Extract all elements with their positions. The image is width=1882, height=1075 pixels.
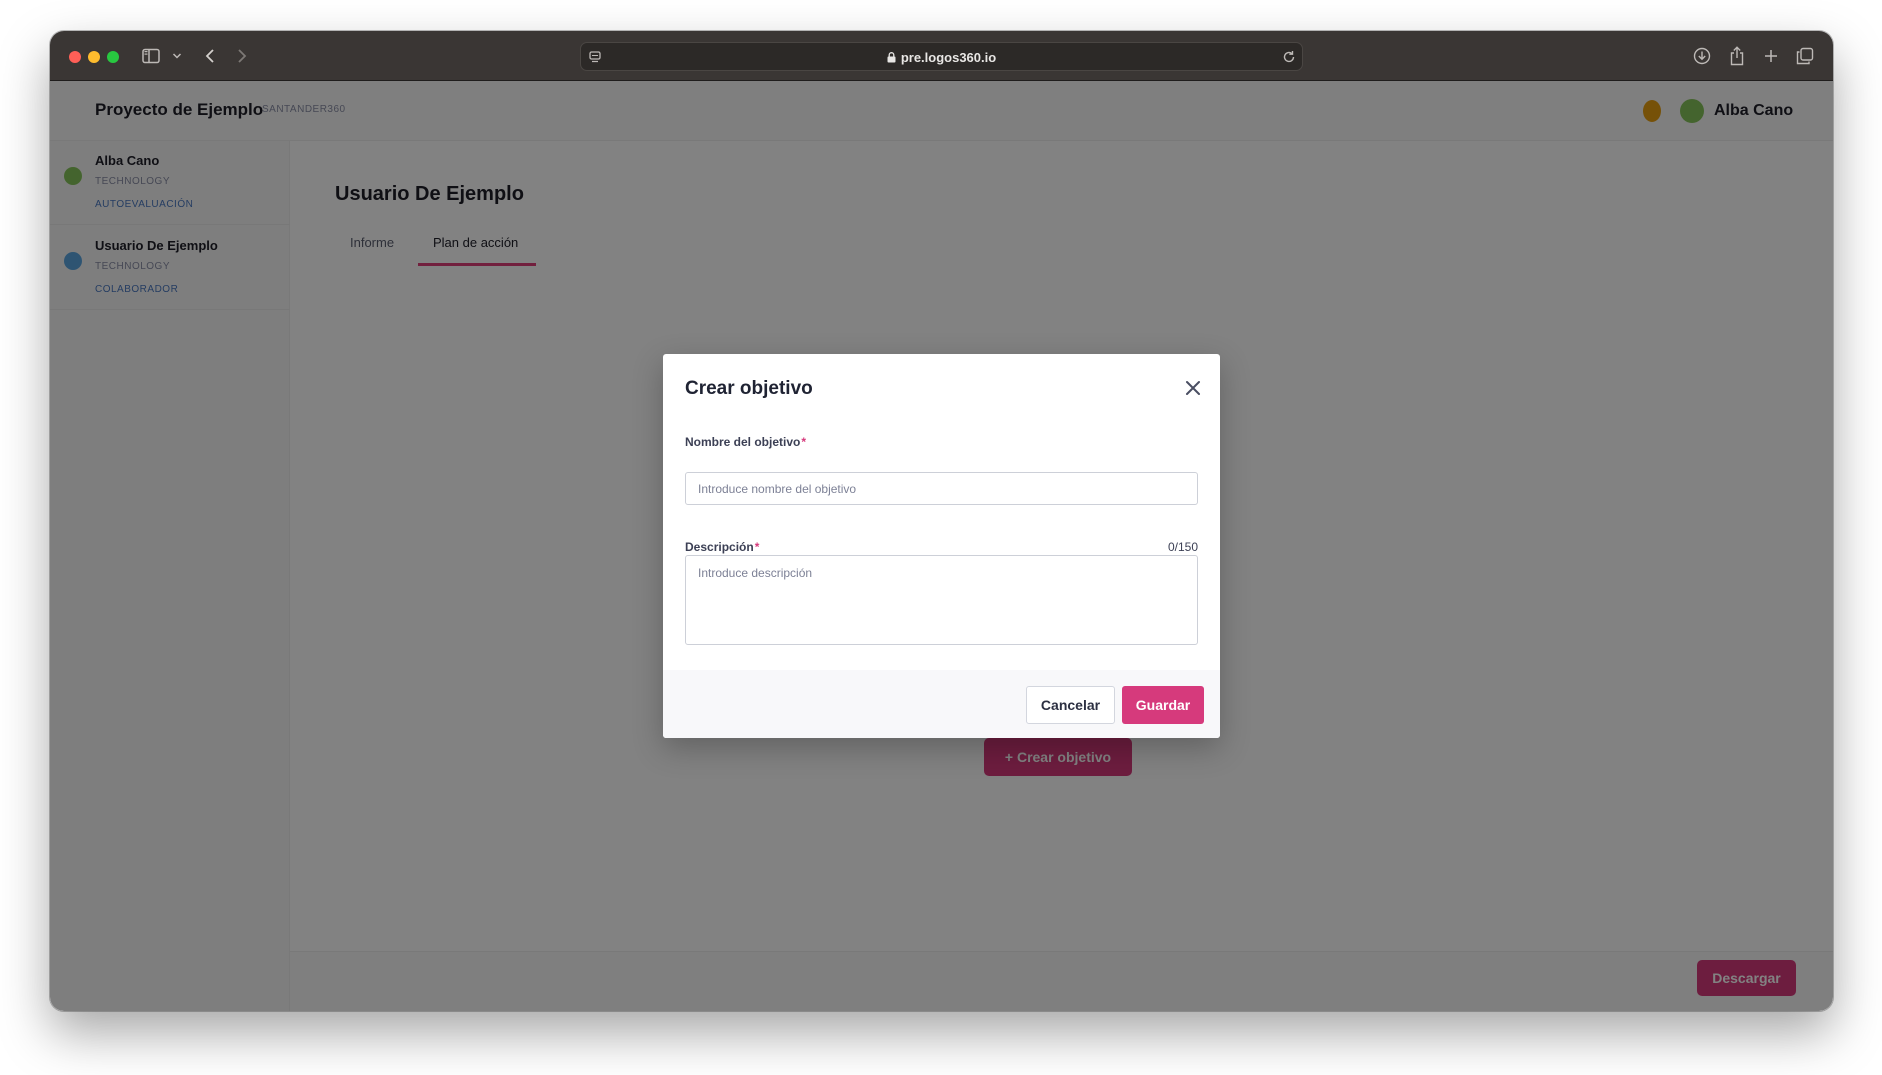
sidebar-toggle-icon[interactable]	[140, 44, 162, 68]
required-mark: *	[754, 540, 760, 554]
lock-icon	[887, 51, 896, 66]
dialog-footer: Cancelar Guardar	[663, 670, 1220, 738]
url-label: pre.logos360.io	[900, 50, 997, 65]
close-window-button[interactable]	[69, 51, 81, 63]
create-objective-dialog: Crear objetivo Nombre del objetivo* Desc…	[663, 354, 1220, 738]
new-tab-icon[interactable]	[1759, 44, 1783, 68]
download-icon[interactable]	[1690, 44, 1714, 68]
url-text: pre.logos360.io	[581, 50, 1302, 66]
objective-name-label-text: Nombre del objetivo	[685, 435, 801, 449]
browser-window: pre.logos360.io Proyecto de Ejemplo SANT…	[50, 31, 1833, 1011]
save-button[interactable]: Guardar	[1122, 686, 1204, 724]
dialog-title: Crear objetivo	[685, 378, 813, 399]
chevron-down-icon[interactable]	[170, 44, 184, 68]
reload-icon[interactable]	[1279, 45, 1299, 69]
share-icon[interactable]	[1725, 44, 1749, 68]
required-mark: *	[801, 435, 807, 449]
objective-name-label: Nombre del objetivo*	[685, 435, 806, 449]
tab-overview-icon[interactable]	[1793, 44, 1817, 68]
back-icon[interactable]	[200, 44, 220, 68]
forward-icon[interactable]	[232, 44, 252, 68]
zoom-window-button[interactable]	[107, 51, 119, 63]
description-label-text: Descripción	[685, 540, 754, 554]
browser-titlebar: pre.logos360.io	[50, 31, 1833, 81]
character-counter: 0/150	[1167, 540, 1198, 554]
description-textarea[interactable]	[685, 555, 1198, 645]
address-bar[interactable]: pre.logos360.io	[580, 42, 1303, 71]
description-label: Descripción*	[685, 540, 759, 554]
close-icon[interactable]	[1183, 378, 1203, 398]
minimize-window-button[interactable]	[88, 51, 100, 63]
cancel-button[interactable]: Cancelar	[1026, 686, 1115, 724]
objective-name-input[interactable]	[685, 472, 1198, 505]
